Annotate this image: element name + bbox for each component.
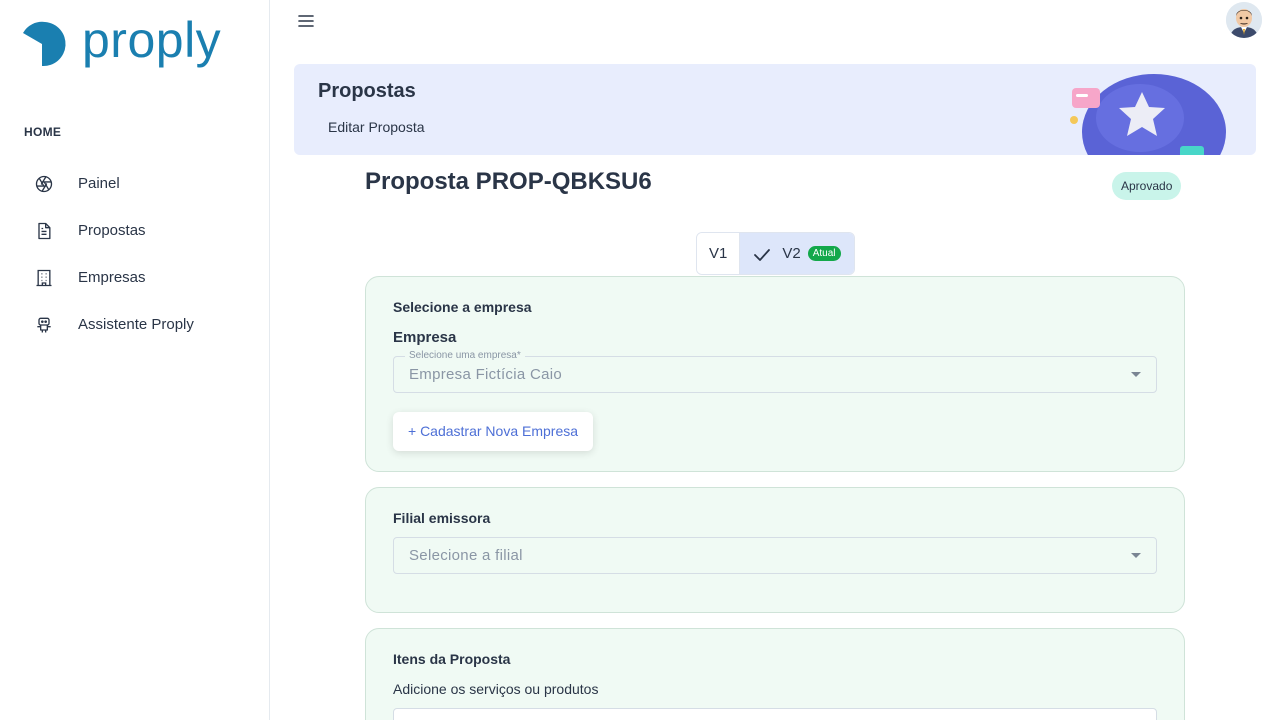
- sidebar-item-painel[interactable]: Painel: [24, 160, 254, 207]
- sidebar-item-label: Propostas: [78, 222, 146, 239]
- card-subtitle: Adicione os serviços ou produtos: [393, 681, 599, 697]
- building-icon: [36, 269, 52, 286]
- company-card: Selecione a empresa Empresa Selecione um…: [365, 276, 1185, 472]
- version-label: V2: [782, 245, 801, 262]
- card-title: Itens da Proposta: [393, 651, 511, 667]
- page-title: Proposta PROP-QBKSU6: [365, 168, 652, 195]
- company-select[interactable]: Selecione uma empresa* Empresa Fictícia …: [393, 350, 1157, 393]
- page-banner: Propostas Editar Proposta: [294, 64, 1256, 155]
- brand-name: proply: [82, 12, 222, 68]
- card-title: Selecione a empresa: [393, 299, 532, 315]
- chevron-down-icon: [1131, 553, 1141, 558]
- items-card: Itens da Proposta Adicione os serviços o…: [365, 628, 1185, 720]
- avatar[interactable]: [1226, 2, 1262, 38]
- select-value: Empresa Fictícia Caio: [409, 366, 563, 383]
- sidebar-item-propostas[interactable]: Propostas: [24, 207, 254, 254]
- robot-icon: [37, 317, 51, 332]
- user-avatar-icon: [1226, 2, 1262, 38]
- status-badge: Aprovado: [1112, 172, 1182, 200]
- sidebar-item-assistente[interactable]: Assistente Proply: [24, 301, 254, 348]
- version-toggle: V1 V2 Atual: [696, 232, 855, 275]
- current-version-badge: Atual: [807, 246, 841, 261]
- branch-select[interactable]: Selecione a filial: [393, 537, 1157, 574]
- field-label: Empresa: [393, 329, 457, 346]
- breadcrumb: Editar Proposta: [328, 119, 425, 135]
- banner-illustration: [1070, 74, 1226, 155]
- sidebar-item-empresas[interactable]: Empresas: [24, 254, 254, 301]
- version-v2-button[interactable]: V2 Atual: [739, 233, 854, 274]
- sidebar-item-label: Painel: [78, 175, 120, 192]
- sidebar-item-label: Empresas: [78, 269, 146, 286]
- menu-icon[interactable]: [296, 11, 316, 31]
- add-company-button[interactable]: + Cadastrar Nova Empresa: [393, 412, 594, 451]
- logo-mark-icon: [23, 21, 66, 67]
- banner-title: Propostas: [318, 80, 416, 102]
- version-v1-button[interactable]: V1: [697, 233, 740, 274]
- sidebar: proply HOME Painel Propostas Empresas As…: [0, 0, 270, 720]
- select-placeholder: Selecione a filial: [409, 547, 523, 564]
- file-text-icon: [38, 222, 51, 239]
- items-input[interactable]: [393, 708, 1157, 720]
- sidebar-item-label: Assistente Proply: [78, 316, 194, 333]
- check-icon: [754, 248, 771, 261]
- sidebar-nav: Painel Propostas Empresas Assistente Pro…: [24, 160, 254, 348]
- version-label: V1: [709, 245, 728, 262]
- branch-card: Filial emissora Selecione a filial: [365, 487, 1185, 613]
- chevron-down-icon: [1131, 372, 1141, 377]
- nav-caption: HOME: [24, 125, 62, 139]
- aperture-icon: [35, 175, 53, 192]
- card-title: Filial emissora: [393, 510, 491, 526]
- brand-logo[interactable]: proply: [22, 15, 221, 70]
- select-label: Selecione uma empresa*: [405, 350, 525, 362]
